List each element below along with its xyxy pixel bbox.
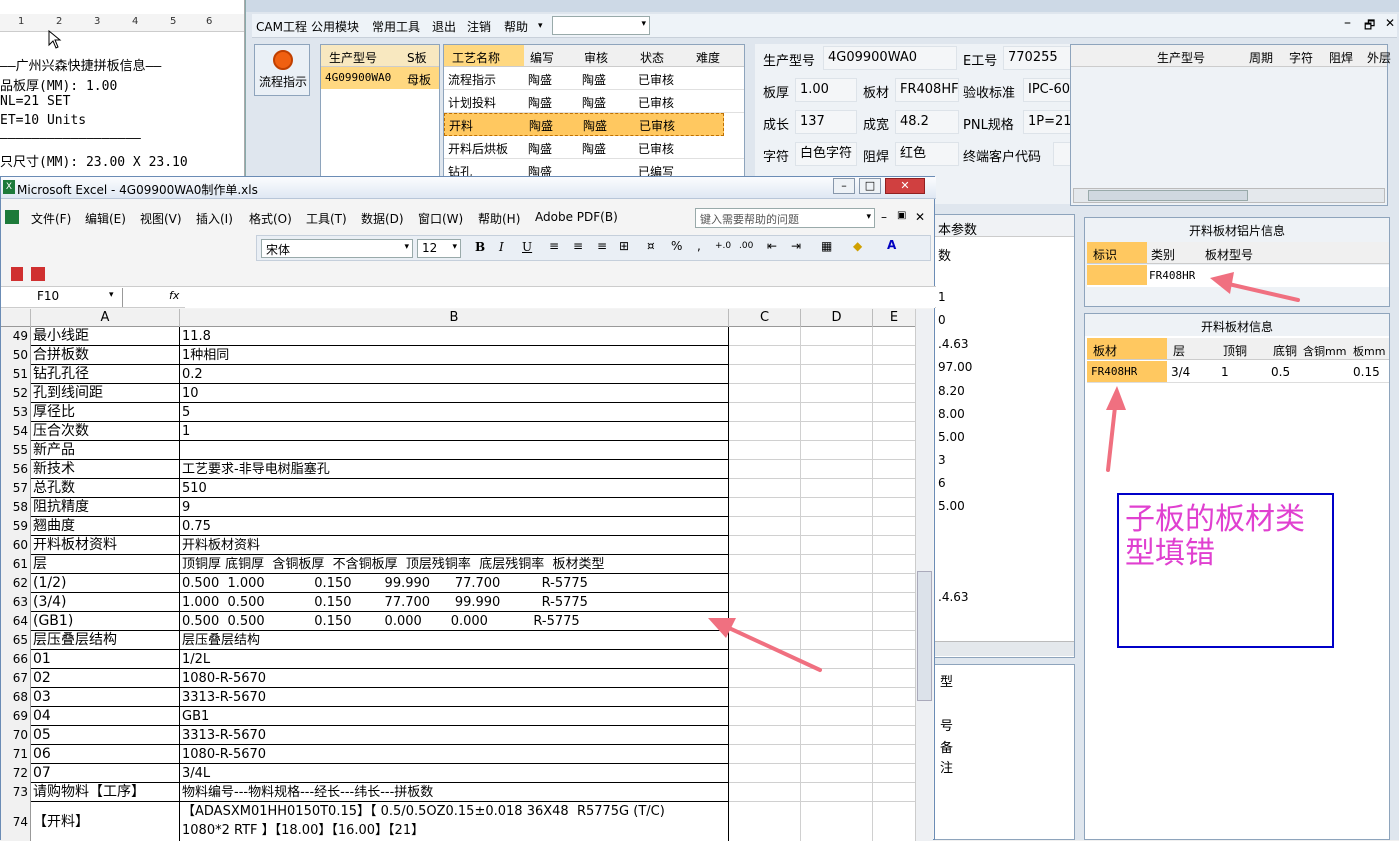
annotation-arrows: [708, 272, 1300, 672]
arrow-to-excel-material: [714, 620, 822, 672]
arrow-head: [1106, 386, 1126, 410]
arrow-head: [1210, 272, 1234, 294]
arrow-to-cut-category: [1218, 280, 1300, 302]
